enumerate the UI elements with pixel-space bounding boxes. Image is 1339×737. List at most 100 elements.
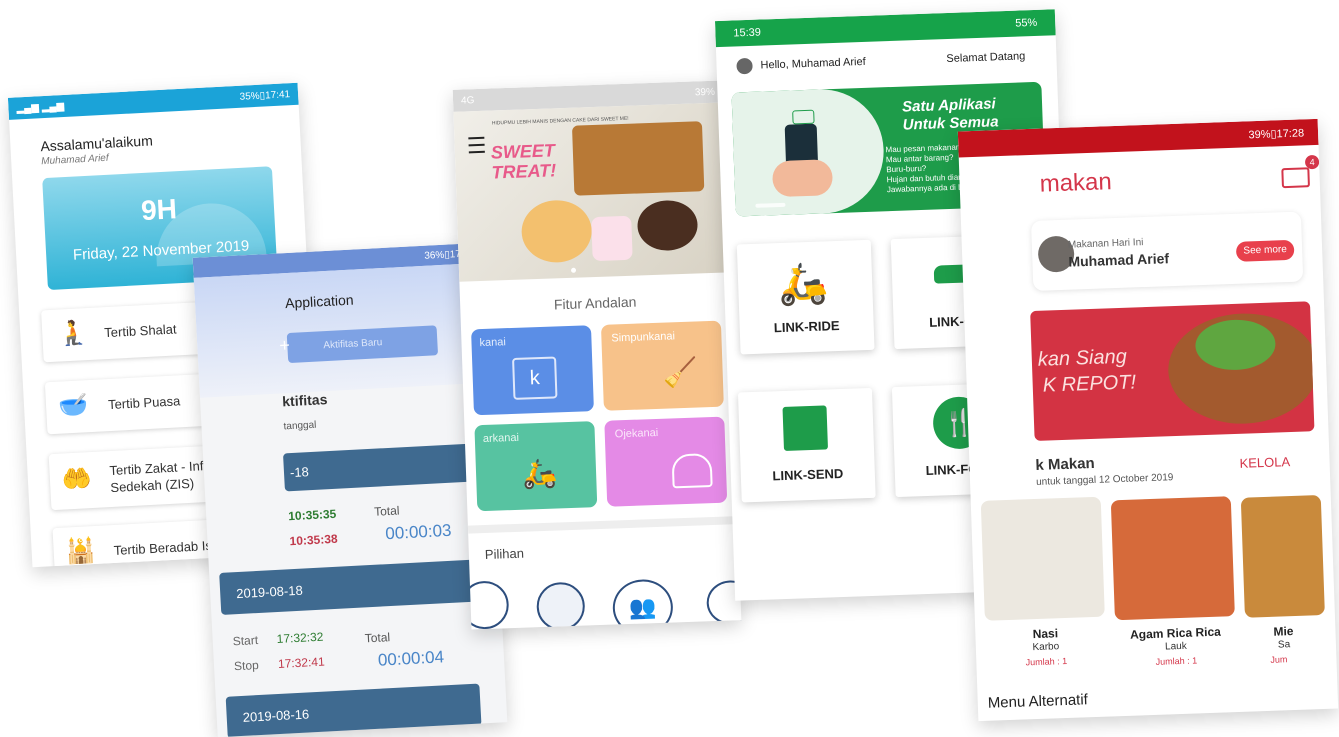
shopping-bag-icon: k bbox=[512, 356, 558, 400]
rice-image bbox=[980, 496, 1105, 621]
kelola-link[interactable]: KELOLA bbox=[1239, 454, 1290, 471]
checklist-icon[interactable] bbox=[535, 581, 586, 630]
bun-image bbox=[520, 199, 593, 264]
prayer-icon: 🧎 bbox=[57, 319, 89, 348]
date-header: -18 bbox=[282, 442, 485, 492]
start-time: 17:32:32 bbox=[276, 629, 324, 647]
user-name: Muhamad Arief bbox=[40, 152, 109, 168]
stop-time: 10:35:38 bbox=[289, 531, 338, 549]
feature-tile-simpunkanai[interactable]: Simpunkanai 🧹 bbox=[600, 320, 724, 411]
food-name: Mie bbox=[1273, 624, 1294, 639]
food-qty: Jumlah : 1 bbox=[1155, 655, 1198, 667]
chicken-image bbox=[1110, 496, 1235, 621]
tile-label: kanai bbox=[479, 336, 507, 350]
food-card-mie[interactable]: Mie Sa Jum bbox=[1240, 495, 1327, 668]
user-avatar-icon[interactable] bbox=[736, 57, 753, 75]
total-value: 00:00:03 bbox=[384, 520, 452, 544]
charity-icon: 🤲 bbox=[61, 465, 93, 494]
total-label: Total bbox=[364, 630, 391, 646]
entry-date: -18 bbox=[289, 464, 310, 481]
pilihan-title: Pilihan bbox=[484, 545, 525, 563]
cart-badge: 4 bbox=[1304, 154, 1320, 170]
pager-dot bbox=[570, 267, 577, 273]
banner-line-2: Mau antar barang? bbox=[885, 152, 954, 165]
food-category: Sa bbox=[1277, 639, 1291, 651]
today-card[interactable]: Makanan Hari Ini Muhamad Arief See more bbox=[1030, 211, 1304, 291]
food-qty: Jum bbox=[1270, 654, 1288, 665]
stop-time: 17:32:41 bbox=[277, 654, 326, 671]
menu-label: Tertib Puasa bbox=[107, 393, 181, 413]
service-link-ride[interactable]: 🛵 LINK-RIDE bbox=[736, 239, 875, 355]
status-bar: ▂▄▆ ▂▄▆ 35%▯17:41 bbox=[7, 82, 299, 120]
service-label: LINK-RIDE bbox=[773, 317, 840, 336]
cake-image bbox=[571, 121, 705, 196]
start-time: 10:35:35 bbox=[287, 506, 337, 524]
start-label: Start bbox=[232, 633, 259, 649]
entry-date: 2019-08-18 bbox=[235, 582, 304, 602]
status-time: 15:39 bbox=[733, 26, 762, 40]
status-right: 35%▯17:41 bbox=[239, 88, 291, 103]
hamburger-icon[interactable] bbox=[468, 136, 485, 154]
screen-makan: 39%▯17:28 makan 4 Makanan Hari Ini Muham… bbox=[957, 118, 1339, 722]
section-subtitle: untuk tanggal 12 October 2019 bbox=[1035, 472, 1174, 488]
feature-tile-arkanai[interactable]: arkanai 🛵 bbox=[474, 421, 598, 512]
chat-bubble-icon bbox=[792, 109, 815, 125]
food-card-nasi[interactable]: Nasi Karbo Jumlah : 1 bbox=[980, 496, 1107, 671]
menu-label-2: Sedekah (ZIS) bbox=[110, 475, 195, 496]
feature-tile-ojekanai[interactable]: Ojekanai bbox=[604, 416, 728, 507]
section-subtitle: tanggal bbox=[283, 419, 317, 433]
status-right: 39%▯17:28 bbox=[1248, 126, 1305, 141]
hand-illustration bbox=[771, 159, 834, 198]
food-card-agam[interactable]: Agam Rica Rica Lauk Jumlah : 1 bbox=[1110, 496, 1237, 670]
button-label: Aktifitas Baru bbox=[323, 337, 383, 352]
total-label: Total bbox=[373, 503, 400, 519]
tile-label: Ojekanai bbox=[614, 426, 659, 441]
hello-text: Hello, Muhamad Arief bbox=[760, 55, 866, 72]
motorcycle-icon: 🛵 bbox=[777, 261, 829, 308]
menu-label: Tertib Shalat bbox=[103, 321, 177, 341]
status-bar: 15:39 55% bbox=[714, 9, 1056, 48]
promo-banner[interactable]: kan Siang K REPOT! bbox=[1030, 301, 1315, 441]
welcome-text: Selamat Datang bbox=[946, 50, 1026, 66]
manners-icon: 🕌 bbox=[65, 536, 97, 566]
tile-label: arkanai bbox=[482, 431, 520, 446]
promo-line-2: K REPOT! bbox=[1042, 371, 1137, 397]
today-user: Muhamad Arief bbox=[1068, 250, 1170, 270]
status-right: 55% bbox=[1015, 16, 1038, 30]
food-qty: Jumlah : 1 bbox=[1025, 655, 1068, 668]
promo-banner[interactable]: HIDUPMU LEBIH MANIS DENGAN CAKE DARI SWE… bbox=[453, 102, 730, 282]
banner-title-1: Satu Aplikasi bbox=[901, 95, 996, 116]
total-value: 00:00:04 bbox=[377, 647, 445, 670]
section-title: ktifitas bbox=[281, 391, 328, 410]
signal-icon: ▂▄▆ ▂▄▆ bbox=[16, 100, 65, 114]
banner-line-3: Buru-buru? bbox=[886, 163, 927, 175]
date-header: 2019-08-18 bbox=[219, 559, 476, 615]
today-label: Makanan Hari Ini bbox=[1067, 237, 1144, 251]
entry-date: 2019-08-16 bbox=[242, 706, 310, 725]
brand-logo: makan bbox=[1039, 168, 1113, 198]
status-right: 39% bbox=[694, 86, 716, 98]
package-icon bbox=[782, 405, 828, 451]
feature-tile-kanai[interactable]: kanai k bbox=[471, 325, 594, 416]
section-title: Fitur Andalan bbox=[553, 293, 637, 313]
divider bbox=[467, 516, 738, 534]
see-more-button[interactable]: See more bbox=[1235, 239, 1295, 262]
dessert-cup-image bbox=[591, 215, 633, 262]
tile-label: Simpunkanai bbox=[611, 330, 676, 345]
plus-icon: + bbox=[278, 334, 291, 356]
people-icon[interactable]: 👥 bbox=[611, 578, 674, 630]
status-left: 4G bbox=[460, 94, 475, 107]
broom-icon: 🧹 bbox=[662, 356, 699, 389]
service-label: LINK-SEND bbox=[772, 465, 844, 484]
cookie-image bbox=[636, 199, 699, 252]
service-link-send[interactable]: LINK-SEND bbox=[737, 387, 876, 503]
cart-icon[interactable]: 4 bbox=[1281, 154, 1320, 189]
promo-line-1: kan Siang bbox=[1037, 345, 1128, 371]
screen-kanai: 4G 39% HIDUPMU LEBIH MANIS DENGAN CAKE D… bbox=[452, 80, 742, 630]
button-label: See more bbox=[1243, 244, 1287, 257]
stop-label: Stop bbox=[233, 658, 260, 674]
hamburger-bar bbox=[468, 143, 485, 147]
section-title: k Makan bbox=[1035, 454, 1095, 474]
helmet-icon bbox=[671, 453, 713, 489]
alternative-menu-title: Menu Alternatif bbox=[987, 691, 1089, 712]
